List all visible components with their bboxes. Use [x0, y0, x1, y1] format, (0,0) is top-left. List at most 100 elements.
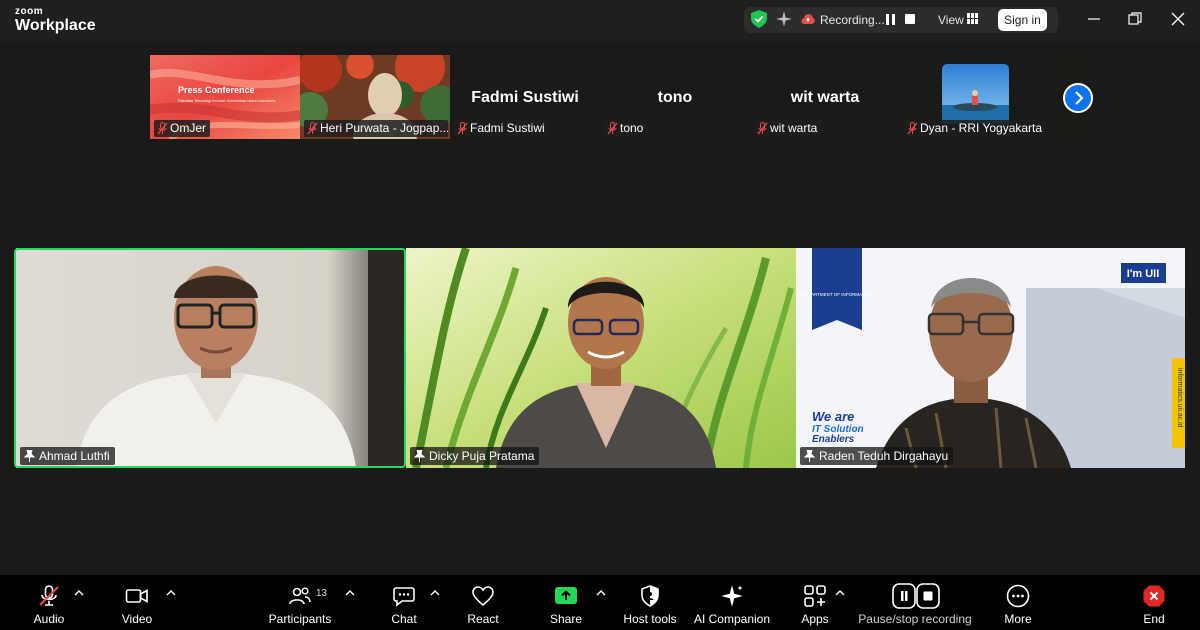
chat-options-chevron-icon[interactable] — [430, 589, 440, 597]
participant-name-tag: Dicky Puja Pratama — [410, 447, 540, 465]
participant-name-tag: Raden Teduh Dirgahayu — [800, 447, 954, 465]
dept-text: DEPARTMENT OF INFORMATICS — [802, 292, 872, 297]
thumbnail-name-tag: wit warta — [754, 120, 822, 137]
react-label: React — [467, 612, 499, 626]
end-meeting-button[interactable]: End — [1136, 575, 1172, 630]
thumbnail-dyan[interactable]: Dyan - RRI Yogyakarta — [900, 55, 1050, 139]
ai-sparkle-icon[interactable] — [776, 11, 792, 27]
participant-display-name: wit warta — [790, 89, 860, 106]
pin-icon — [414, 450, 425, 462]
slide-subtitle: Fakultas Teknologi Industri Universitas … — [178, 98, 276, 103]
chat-bubble-icon — [393, 587, 415, 607]
video-camera-icon — [125, 589, 148, 603]
video-label: Video — [121, 612, 153, 626]
thumbnail-fadmi-sustiwi[interactable]: Fadmi Sustiwi Fadmi Sustiwi — [450, 55, 600, 139]
thumbnail-name-tag: Heri Purwata - Jogpap... — [304, 120, 448, 137]
video-tile-ahmad-luthfi[interactable]: Ahmad Luthfi — [16, 248, 406, 468]
apps-options-chevron-icon[interactable] — [835, 589, 845, 597]
video-tile-dicky-puja-pratama[interactable]: Dicky Puja Pratama — [406, 248, 796, 468]
view-button[interactable]: View — [938, 13, 964, 27]
apps-button[interactable]: Apps — [797, 575, 833, 630]
participants-button[interactable]: 13 Participants — [265, 575, 335, 630]
share-button[interactable]: Share — [546, 575, 586, 630]
tagline-line-3: Enablers — [812, 434, 855, 445]
meeting-toolbar: Audio Video 13 Participants Chat React S… — [0, 575, 1200, 630]
brand-logo-text: I'm UII — [1127, 268, 1160, 280]
next-page-button[interactable] — [1063, 83, 1093, 113]
participant-display-name: Fadmi Sustiwi — [471, 89, 579, 106]
minimize-icon[interactable] — [1086, 11, 1102, 27]
pause-stop-recording-button[interactable]: Pause/stop recording — [856, 575, 974, 630]
chat-button[interactable]: Chat — [384, 575, 424, 630]
zoom-meeting-window: zoom Workplace Recording... View Sign in — [0, 0, 1200, 630]
share-screen-icon — [555, 587, 577, 604]
audio-button[interactable]: Audio — [26, 575, 72, 630]
participant-name: OmJer — [170, 121, 206, 135]
apps-icon — [804, 585, 826, 607]
participants-options-chevron-icon[interactable] — [345, 589, 355, 597]
logo-workplace-text: Workplace — [15, 17, 96, 34]
participant-video — [16, 248, 406, 468]
participant-video — [406, 248, 796, 468]
thumbnail-omjer[interactable]: Press Conference Fakultas Teknologi Indu… — [150, 55, 300, 139]
pause-stop-recording-icon — [892, 583, 940, 609]
end-label: End — [1143, 612, 1165, 626]
host-tools-label: Host tools — [623, 612, 677, 626]
restore-icon[interactable] — [1127, 11, 1143, 27]
thumbnail-name-tag: tono — [604, 120, 648, 137]
heart-icon — [472, 586, 494, 607]
recording-status-text: Recording... — [820, 13, 885, 27]
ai-companion-button[interactable]: AI Companion — [692, 575, 772, 630]
participants-count: 13 — [316, 588, 328, 599]
mic-muted-icon — [157, 122, 168, 135]
mic-muted-icon — [907, 122, 918, 135]
shield-icon — [641, 585, 659, 607]
participant-name-tag: Ahmad Luthfi — [20, 447, 115, 465]
cloud-recording-icon — [801, 14, 815, 24]
share-options-chevron-icon[interactable] — [596, 589, 606, 597]
react-button[interactable]: React — [463, 575, 503, 630]
zoom-workplace-logo: zoom Workplace — [15, 7, 96, 34]
video-options-chevron-icon[interactable] — [166, 589, 176, 597]
stop-recording-icon[interactable] — [905, 14, 915, 24]
host-tools-button[interactable]: Host tools — [618, 575, 682, 630]
mic-muted-icon — [39, 585, 59, 606]
grid-view-icon[interactable] — [967, 13, 978, 24]
mic-muted-icon — [757, 122, 768, 135]
thumbnail-tono[interactable]: tono tono — [600, 55, 750, 139]
participant-name: wit warta — [770, 121, 818, 135]
participant-name: Dyan - RRI Yogyakarta — [920, 121, 1043, 135]
thumbnail-wit-warta[interactable]: wit warta wit warta — [750, 55, 900, 139]
tagline-line-1: We are — [812, 409, 854, 424]
more-button[interactable]: More — [998, 575, 1038, 630]
audio-label: Audio — [33, 612, 65, 626]
sign-in-button[interactable]: Sign in — [998, 9, 1047, 31]
participant-display-name: tono — [657, 89, 693, 106]
pin-icon — [24, 450, 35, 462]
ai-sparkle-icon — [721, 585, 743, 607]
encryption-shield-icon[interactable] — [751, 10, 767, 28]
share-label: Share — [549, 612, 583, 626]
video-tile-raden-teduh-dirgahayu[interactable]: DEPARTMENT OF INFORMATICS I'm UII inform… — [796, 248, 1185, 468]
pause-recording-icon[interactable] — [886, 14, 896, 25]
title-bar: zoom Workplace Recording... View Sign in — [0, 0, 1200, 41]
pin-icon — [804, 450, 815, 462]
participants-icon — [289, 587, 311, 605]
thumbnail-heri-purwata[interactable]: Heri Purwata - Jogpap... — [300, 55, 450, 139]
end-meeting-icon — [1143, 585, 1165, 607]
mic-muted-icon — [307, 122, 318, 135]
slide-title: Press Conference — [178, 85, 255, 95]
close-icon[interactable] — [1170, 11, 1186, 27]
ai-companion-label: AI Companion — [693, 612, 771, 626]
apps-label: Apps — [801, 612, 829, 626]
participants-label: Participants — [268, 612, 332, 626]
audio-options-chevron-icon[interactable] — [74, 589, 84, 597]
mic-muted-icon — [607, 122, 618, 135]
chat-label: Chat — [391, 612, 417, 626]
pause-stop-label: Pause/stop recording — [858, 612, 972, 626]
participant-name: Ahmad Luthfi — [39, 449, 110, 463]
participant-name: Fadmi Sustiwi — [470, 121, 545, 135]
more-label: More — [1004, 612, 1032, 626]
more-icon — [1006, 584, 1030, 608]
video-button[interactable]: Video — [114, 575, 160, 630]
